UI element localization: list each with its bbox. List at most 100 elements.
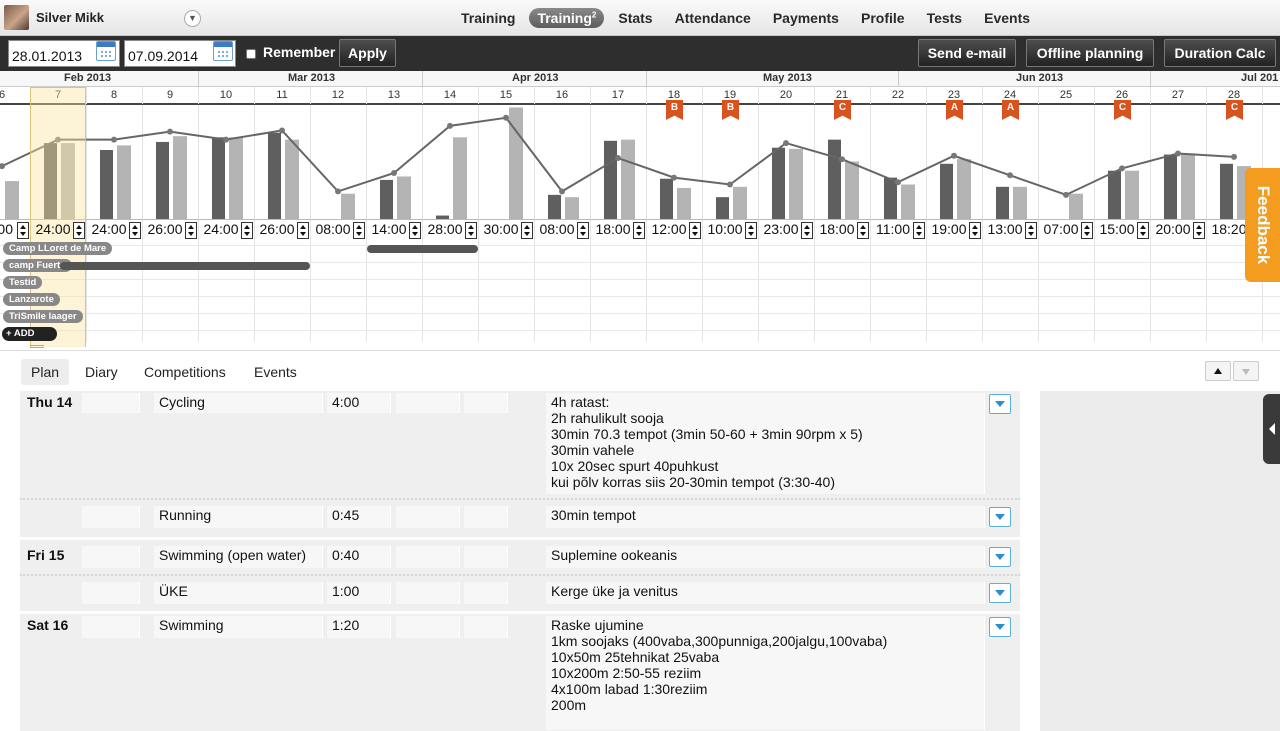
sport-name: Cycling bbox=[159, 394, 205, 410]
notes-dropdown-button[interactable] bbox=[989, 547, 1011, 567]
nav-item-profile[interactable]: Profile bbox=[850, 10, 916, 26]
tab-diary[interactable]: Diary bbox=[75, 359, 128, 385]
actual-bar bbox=[1125, 170, 1139, 219]
volume-chart bbox=[0, 87, 1280, 342]
tab-plan[interactable]: Plan bbox=[21, 359, 70, 385]
nav-item-tests[interactable]: Tests bbox=[916, 10, 974, 26]
duration-stepper[interactable] bbox=[969, 222, 981, 239]
nav-item-label: Training bbox=[537, 10, 592, 26]
selected-week-highlight[interactable] bbox=[30, 87, 86, 347]
calendar-icon[interactable] bbox=[96, 41, 116, 61]
duration-stepper[interactable] bbox=[913, 222, 925, 239]
empty-cell[interactable] bbox=[396, 393, 460, 413]
week-duration: 18:20 bbox=[1211, 221, 1247, 237]
duration-stepper[interactable] bbox=[521, 222, 533, 239]
week-duration: 12:00 bbox=[651, 221, 687, 237]
avatar[interactable] bbox=[4, 5, 29, 30]
month-divider bbox=[422, 71, 423, 87]
planned-bar bbox=[772, 147, 785, 219]
duration-calc-button[interactable]: Duration Calc bbox=[1164, 39, 1276, 67]
duration-stepper[interactable] bbox=[745, 222, 757, 239]
collapse-panel-button[interactable] bbox=[1263, 394, 1280, 464]
resize-grip-icon[interactable] bbox=[30, 345, 44, 348]
duration-stepper[interactable] bbox=[185, 222, 197, 239]
duration-stepper[interactable] bbox=[297, 222, 309, 239]
duration-stepper[interactable] bbox=[465, 222, 477, 239]
duration-stepper[interactable] bbox=[129, 222, 141, 239]
apply-button[interactable]: Apply bbox=[339, 39, 396, 67]
camp-tag[interactable]: Camp LLoret de Mare bbox=[3, 242, 113, 255]
add-camp-button[interactable]: + ADD bbox=[2, 327, 57, 341]
tab-competitions[interactable]: Competitions bbox=[134, 359, 236, 385]
week-duration: 08:00 bbox=[539, 221, 575, 237]
empty-cell[interactable] bbox=[464, 393, 508, 413]
scroll-down-button[interactable] bbox=[1233, 361, 1259, 381]
trend-point bbox=[1175, 150, 1181, 157]
duration-stepper[interactable] bbox=[73, 222, 85, 239]
nav-item-training[interactable]: Training bbox=[450, 10, 526, 26]
empty-cell[interactable] bbox=[82, 582, 140, 604]
empty-cell[interactable] bbox=[396, 546, 460, 568]
duration-stepper[interactable] bbox=[1193, 222, 1205, 239]
notes-dropdown-button[interactable] bbox=[989, 617, 1011, 637]
nav-item-payments[interactable]: Payments bbox=[762, 10, 850, 26]
empty-cell[interactable] bbox=[396, 616, 460, 638]
nav-item-label: Events bbox=[984, 10, 1031, 26]
planned-bar bbox=[100, 150, 113, 219]
empty-cell[interactable] bbox=[396, 582, 460, 604]
remember-checkbox[interactable] bbox=[246, 49, 256, 59]
nav-item-stats[interactable]: Stats bbox=[607, 10, 663, 26]
camp-tag[interactable]: Testid bbox=[3, 276, 43, 289]
planned-bar bbox=[1108, 170, 1121, 219]
duration-stepper[interactable] bbox=[689, 222, 701, 239]
trend-point bbox=[503, 114, 509, 121]
duration-stepper[interactable] bbox=[353, 222, 365, 239]
notes-dropdown-button[interactable] bbox=[989, 583, 1011, 603]
duration-stepper[interactable] bbox=[17, 222, 29, 239]
user-menu-chevron-icon[interactable]: ▼ bbox=[184, 10, 201, 27]
month-divider bbox=[898, 71, 899, 87]
empty-cell[interactable] bbox=[464, 546, 508, 568]
week-duration: 15:00 bbox=[1099, 221, 1135, 237]
empty-cell[interactable] bbox=[464, 582, 508, 604]
plus-icon: + bbox=[6, 328, 14, 339]
week-duration: 00 bbox=[0, 221, 13, 237]
nav-item-attendance[interactable]: Attendance bbox=[664, 10, 762, 26]
add-label: ADD bbox=[13, 328, 35, 339]
empty-cell[interactable] bbox=[464, 506, 508, 528]
empty-cell[interactable] bbox=[82, 546, 140, 568]
camp-timeline-bar[interactable] bbox=[367, 245, 478, 253]
empty-cell[interactable] bbox=[464, 616, 508, 638]
feedback-tab[interactable]: Feedback bbox=[1245, 168, 1280, 282]
duration-stepper[interactable] bbox=[633, 222, 645, 239]
nav-item-events[interactable]: Events bbox=[973, 10, 1041, 26]
calendar-icon[interactable] bbox=[213, 41, 233, 61]
duration-stepper[interactable] bbox=[1081, 222, 1093, 239]
empty-cell[interactable] bbox=[82, 506, 140, 528]
empty-cell[interactable] bbox=[396, 506, 460, 528]
duration-stepper[interactable] bbox=[857, 222, 869, 239]
duration-value: 0:40 bbox=[332, 547, 360, 563]
nav-item-label: Training bbox=[461, 10, 516, 26]
nav-item-training-2[interactable]: Training2 bbox=[529, 8, 605, 28]
duration-stepper[interactable] bbox=[241, 222, 253, 239]
duration-stepper[interactable] bbox=[409, 222, 421, 239]
camp-fuerte-timeline-bar[interactable] bbox=[60, 262, 310, 270]
planned-bar bbox=[996, 186, 1009, 219]
empty-cell[interactable] bbox=[82, 616, 140, 638]
duration-stepper[interactable] bbox=[1137, 222, 1149, 239]
send-email-button[interactable]: Send e-mail bbox=[918, 39, 1016, 67]
trend-point bbox=[1231, 153, 1237, 160]
duration-stepper[interactable] bbox=[1025, 222, 1037, 239]
offline-planning-button[interactable]: Offline planning bbox=[1026, 39, 1154, 67]
notes-dropdown-button[interactable] bbox=[989, 507, 1011, 527]
empty-cell[interactable] bbox=[82, 393, 140, 413]
notes-dropdown-button[interactable] bbox=[989, 394, 1011, 414]
camp-tag[interactable]: TriSmile laager bbox=[3, 310, 83, 323]
duration-stepper[interactable] bbox=[801, 222, 813, 239]
duration-stepper[interactable] bbox=[577, 222, 589, 239]
camp-tag[interactable]: Lanzarote bbox=[3, 293, 60, 306]
scroll-up-button[interactable] bbox=[1205, 361, 1231, 381]
plan-row: Running 0:45 30min tempot bbox=[20, 498, 1020, 535]
tab-events[interactable]: Events bbox=[244, 359, 307, 385]
